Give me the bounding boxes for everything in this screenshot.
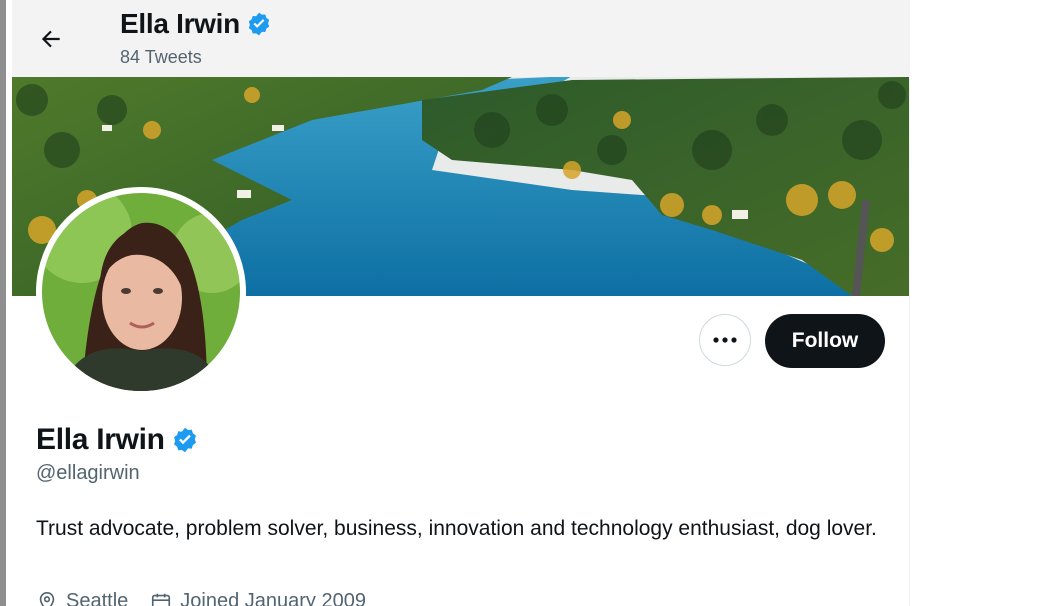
profile-handle: @ellagirwin (36, 462, 140, 484)
tweet-count: 84 Tweets (120, 47, 202, 67)
verified-badge-icon[interactable] (171, 426, 199, 454)
arrow-left-icon (41, 30, 60, 48)
profile-bio: Trust advocate, problem solver, business… (36, 517, 877, 540)
profile-header-bar: Ella Irwin 84 Tweets (12, 0, 909, 77)
more-dots-icon (713, 337, 737, 343)
verified-badge-icon[interactable] (246, 11, 272, 37)
location-item: Seattle (36, 590, 128, 606)
avatar[interactable] (36, 187, 246, 397)
location-pin-icon (39, 591, 55, 606)
location-text: Seattle (66, 590, 129, 606)
profile-meta: Seattle Joined January 2009 (36, 590, 388, 606)
more-options-button[interactable] (699, 314, 751, 366)
calendar-icon (152, 593, 171, 606)
back-button[interactable] (32, 20, 70, 58)
header-title: Ella Irwin (120, 8, 240, 39)
profile-name: Ella Irwin (36, 423, 165, 456)
joined-item: Joined January 2009 (150, 590, 366, 606)
follow-button[interactable]: Follow (765, 314, 885, 368)
header-title-row: Ella Irwin (120, 8, 272, 40)
joined-text: Joined January 2009 (180, 590, 366, 606)
profile-name-row: Ella Irwin (36, 423, 199, 457)
window-edge (0, 0, 6, 606)
profile-column: Ella Irwin 84 Tweets Follow Ella Irwin @… (12, 0, 910, 606)
